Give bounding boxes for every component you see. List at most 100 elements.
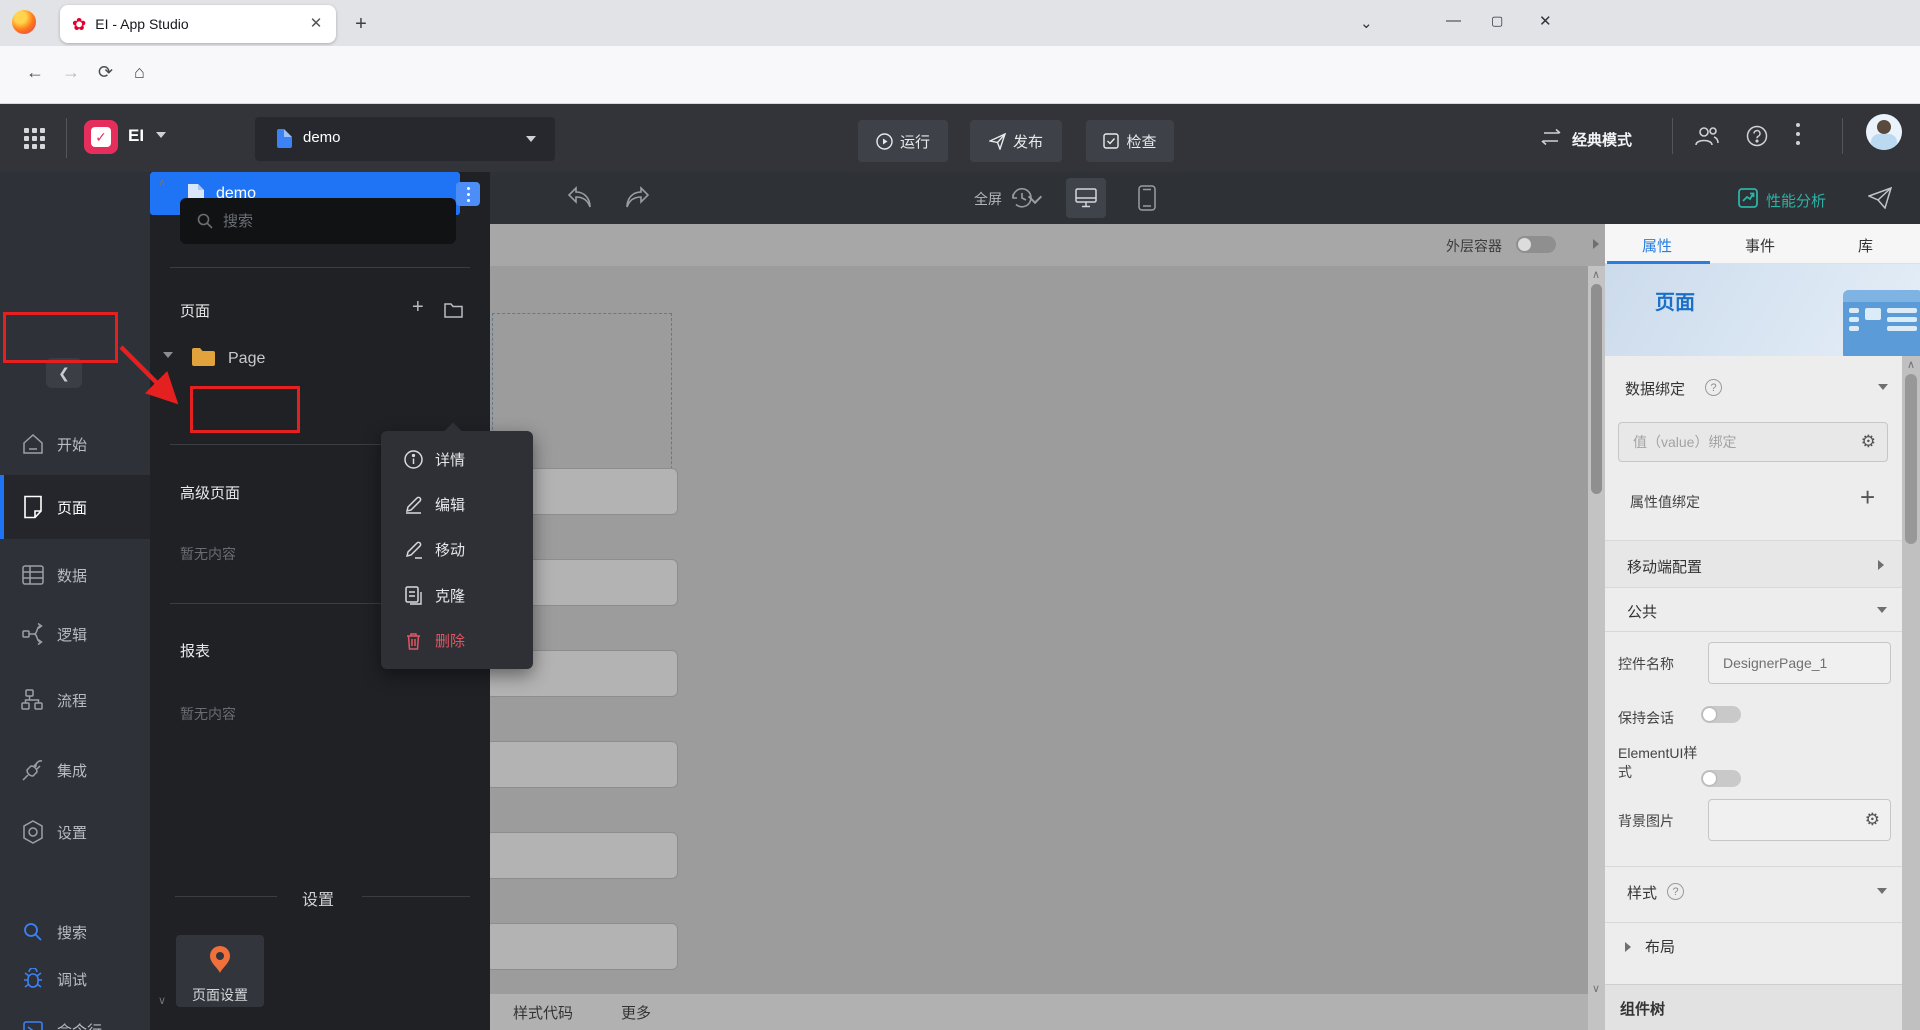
folder-name[interactable]: Page: [228, 350, 265, 368]
elementui-style-toggle[interactable]: [1701, 770, 1741, 787]
sidebar-item-settings[interactable]: 设置: [0, 807, 150, 857]
reload-icon[interactable]: ⟳: [98, 62, 113, 83]
panel-scroll-up-icon[interactable]: ∧: [158, 176, 166, 189]
control-name-input[interactable]: [1709, 643, 1890, 683]
sidebar-item-integration[interactable]: 集成: [0, 745, 150, 795]
scroll-down-icon[interactable]: ∨: [1592, 982, 1600, 995]
sidebar-item-search[interactable]: 搜索: [0, 907, 150, 957]
app-logo-icon[interactable]: ✓: [84, 120, 118, 154]
back-icon[interactable]: ←: [26, 62, 44, 83]
add-folder-icon[interactable]: [444, 301, 463, 318]
gear-icon[interactable]: ⚙: [1861, 432, 1876, 452]
tab-library[interactable]: 库: [1858, 235, 1873, 256]
value-binding-field[interactable]: ⚙: [1618, 422, 1888, 462]
component-tree-bar[interactable]: 组件树: [1605, 984, 1902, 1030]
help-icon[interactable]: [1746, 125, 1768, 147]
browser-tab[interactable]: ✿ EI - App Studio ✕: [60, 5, 336, 43]
expand-right-icon[interactable]: [1625, 942, 1631, 952]
sidebar-item-data[interactable]: 数据: [0, 550, 150, 600]
scroll-up-icon[interactable]: ∧: [1907, 358, 1915, 371]
home-icon[interactable]: ⌂: [134, 62, 145, 83]
design-canvas[interactable]: [490, 266, 1588, 994]
section-collapse-icon[interactable]: [1878, 384, 1888, 390]
canvas-scrollbar[interactable]: ∧ ∨: [1588, 266, 1605, 1030]
device-desktop-button[interactable]: [1066, 178, 1106, 218]
classic-mode-label[interactable]: 经典模式: [1572, 129, 1632, 150]
help-icon[interactable]: ?: [1667, 883, 1684, 900]
add-binding-icon[interactable]: +: [1860, 482, 1875, 513]
run-button[interactable]: 运行: [858, 120, 948, 162]
forward-icon[interactable]: →: [62, 62, 80, 83]
window-minimize-icon[interactable]: —: [1446, 12, 1461, 29]
panel-scroll-down-icon[interactable]: ∨: [158, 994, 166, 1007]
section-collapse-icon: [1877, 607, 1887, 613]
outer-container-toggle[interactable]: [1516, 236, 1556, 253]
bg-image-label: 背景图片: [1618, 813, 1674, 829]
avatar[interactable]: [1866, 114, 1902, 150]
menu-item-details[interactable]: 详情: [381, 438, 533, 482]
tab-properties[interactable]: 属性: [1642, 235, 1672, 256]
control-name-label: 控件名称: [1618, 656, 1674, 672]
bg-image-input[interactable]: [1709, 800, 1890, 840]
more-kebab-icon[interactable]: [1796, 123, 1800, 149]
fullscreen-label[interactable]: 全屏: [974, 189, 1002, 209]
app-launcher-icon[interactable]: [24, 128, 45, 149]
check-button[interactable]: 检查: [1086, 120, 1174, 162]
keep-session-toggle[interactable]: [1701, 706, 1741, 723]
app-switch-chevron-icon[interactable]: [156, 132, 166, 138]
control-name-field[interactable]: [1708, 642, 1891, 684]
sidebar-item-start[interactable]: 开始: [0, 419, 150, 469]
mobile-icon[interactable]: [1138, 185, 1156, 211]
sidebar-item-logic[interactable]: 逻辑: [0, 609, 150, 659]
scrollbar-thumb[interactable]: [1591, 284, 1602, 494]
form-field[interactable]: [490, 923, 678, 970]
panel-search-input[interactable]: [223, 212, 423, 230]
inspector-scrollbar[interactable]: ∧: [1902, 356, 1920, 1030]
page-item-kebab-icon[interactable]: [456, 182, 480, 206]
bg-image-field[interactable]: ⚙: [1708, 799, 1891, 841]
menu-item-edit[interactable]: 编辑: [381, 483, 533, 527]
collaborators-icon[interactable]: [1694, 125, 1720, 147]
undo-icon[interactable]: [566, 186, 594, 210]
tab-close-icon[interactable]: ✕: [306, 14, 326, 34]
paper-plane-icon[interactable]: [1868, 187, 1892, 209]
form-field[interactable]: [490, 741, 678, 788]
sidebar-item-terminal[interactable]: 命令行: [0, 1005, 150, 1030]
panel-search-box[interactable]: [180, 198, 456, 244]
sidebar-item-pages[interactable]: 页面: [0, 475, 150, 539]
performance-label[interactable]: 性能分析: [1766, 190, 1826, 211]
redo-icon[interactable]: [623, 186, 651, 210]
gear-icon[interactable]: ⚙: [1865, 810, 1880, 830]
more-tab[interactable]: 更多: [621, 1002, 651, 1023]
tab-events[interactable]: 事件: [1745, 235, 1775, 256]
common-section-row[interactable]: 公共: [1605, 588, 1902, 632]
add-page-icon[interactable]: +: [412, 296, 424, 319]
sidebar-item-debug[interactable]: 调试: [0, 954, 150, 1004]
menu-item-clone[interactable]: 克隆: [381, 573, 533, 617]
scrollbar-thumb[interactable]: [1905, 374, 1917, 544]
window-maximize-icon[interactable]: ▢: [1491, 13, 1503, 29]
page-settings-button[interactable]: 页面设置: [176, 935, 264, 1007]
form-field[interactable]: [490, 832, 678, 879]
menu-item-move[interactable]: 移动: [381, 528, 533, 572]
scroll-up-icon[interactable]: ∧: [1592, 268, 1600, 281]
value-binding-input[interactable]: [1619, 423, 1887, 461]
help-icon[interactable]: ?: [1705, 379, 1722, 396]
page-selector-dropdown[interactable]: demo: [255, 117, 555, 161]
tab-list-chevron-icon[interactable]: ⌄: [1360, 14, 1373, 32]
pages-section-header: 页面: [180, 303, 211, 320]
divider: [1605, 866, 1902, 867]
mobile-config-row[interactable]: 移动端配置: [1605, 540, 1902, 588]
window-close-icon[interactable]: ✕: [1539, 12, 1552, 30]
collapse-right-icon[interactable]: [1593, 239, 1599, 249]
style-code-tab[interactable]: 样式代码: [513, 1002, 573, 1023]
section-collapse-icon[interactable]: [1877, 888, 1887, 894]
app-name[interactable]: EI: [128, 126, 144, 146]
folder-expand-caret-icon[interactable]: [163, 352, 173, 358]
page-context-menu: 详情 编辑 移动 克隆 删除: [381, 431, 533, 669]
firefox-icon[interactable]: [12, 10, 36, 34]
publish-button[interactable]: 发布: [970, 120, 1062, 162]
menu-item-delete[interactable]: 删除: [381, 618, 533, 662]
sidebar-item-flow[interactable]: 流程: [0, 675, 150, 725]
new-tab-button[interactable]: +: [348, 11, 374, 37]
